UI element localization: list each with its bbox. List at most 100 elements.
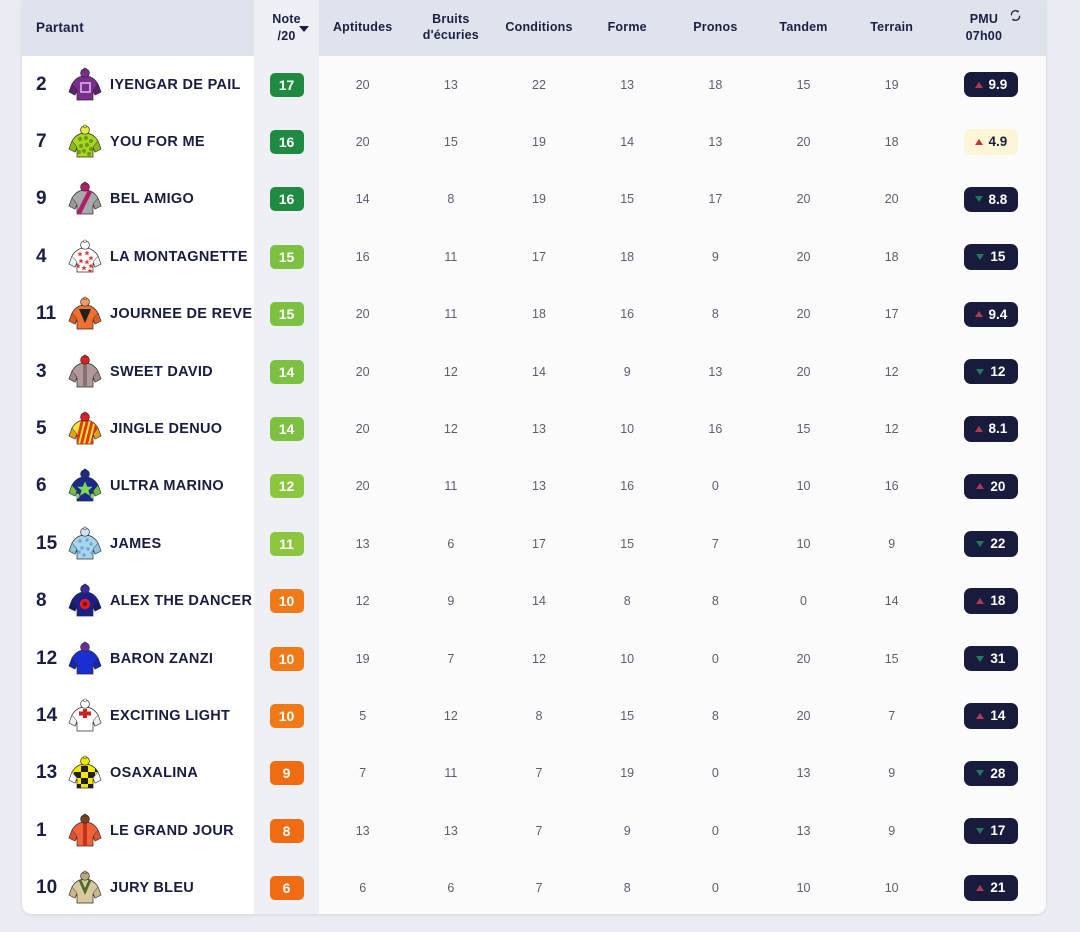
cell-partant[interactable]: 10 JURY BLEU xyxy=(22,859,255,914)
col-header-conditions[interactable]: Conditions xyxy=(494,0,584,56)
cell-partant[interactable]: 13 OSAXALINA xyxy=(22,744,255,803)
runner-name[interactable]: JINGLE DENUO xyxy=(110,421,222,437)
col-header-aptitudes[interactable]: Aptitudes xyxy=(318,0,407,56)
pmu-odds-badge[interactable]: 22 xyxy=(963,531,1018,557)
col-header-tandem[interactable]: Tandem xyxy=(759,0,848,56)
runner-name[interactable]: YOU FOR ME xyxy=(110,134,205,150)
refresh-icon[interactable] xyxy=(1009,9,1022,22)
col-header-bruits-decuries[interactable]: Bruits d'écuries xyxy=(406,0,495,56)
col-header-partant[interactable]: Partant xyxy=(22,0,255,56)
table-row[interactable]: 1 LE GRAND JOUR 8 13 13 7 9 0 13 9 17 xyxy=(22,802,1046,860)
runner[interactable]: 13 OSAXALINA xyxy=(36,754,254,792)
runner-name[interactable]: IYENGAR DE PAIL xyxy=(110,77,241,93)
cell-partant[interactable]: 14 EXCITING LIGHT xyxy=(22,687,255,745)
table-row[interactable]: 11 JOURNEE DE REVE 15 20 11 18 16 8 20 17 9.4 xyxy=(22,285,1046,343)
runner[interactable]: 14 EXCITING LIGHT xyxy=(36,697,254,735)
runner[interactable]: 11 JOURNEE DE REVE xyxy=(36,295,254,333)
cell-partant[interactable]: 1 LE GRAND JOUR xyxy=(22,802,255,860)
cell-pmu: 28 xyxy=(935,744,1046,803)
table-row[interactable]: 6 ULTRA MARINO 12 20 11 13 16 0 10 16 20 xyxy=(22,457,1046,516)
jockey-silk-icon xyxy=(66,66,104,104)
cell-partant[interactable]: 3 SWEET DAVID xyxy=(22,342,255,401)
runner-name[interactable]: LA MONTAGNETTE xyxy=(110,249,248,265)
runner-name[interactable]: SWEET DAVID xyxy=(110,364,213,380)
pmu-odds-value: 22 xyxy=(990,536,1006,552)
runner[interactable]: 9 BEL AMIGO xyxy=(36,180,254,218)
pmu-odds-badge[interactable]: 14 xyxy=(963,703,1018,729)
cell-partant[interactable]: 12 BARON ZANZI xyxy=(22,629,255,688)
pmu-odds-badge[interactable]: 8.8 xyxy=(963,186,1018,213)
table-row[interactable]: 3 SWEET DAVID 14 20 12 14 9 13 20 12 12 xyxy=(22,342,1046,401)
cell-partant[interactable]: 2 IYENGAR DE PAIL xyxy=(22,56,255,114)
col-header-pmu[interactable]: PMU 07h00 xyxy=(935,0,1046,56)
runner[interactable]: 8 ALEX THE DANCER xyxy=(36,582,254,620)
pmu-odds-badge[interactable]: 4.9 xyxy=(963,129,1018,155)
note-badge: 8 xyxy=(269,818,304,843)
runner-name[interactable]: JAMES xyxy=(110,536,161,552)
cell-partant[interactable]: 9 BEL AMIGO xyxy=(22,170,255,229)
cell-partant[interactable]: 6 ULTRA MARINO xyxy=(22,457,255,516)
runner[interactable]: 5 JINGLE DENUO xyxy=(36,410,254,448)
table-row[interactable]: 12 BARON ZANZI 10 19 7 12 10 0 20 15 31 xyxy=(22,629,1046,688)
table-row[interactable]: 9 BEL AMIGO 16 14 8 19 15 17 20 20 8.8 xyxy=(22,170,1046,229)
runner[interactable]: 4 LA MONTAGNETTE xyxy=(36,238,254,276)
cell-partant[interactable]: 11 JOURNEE DE REVE xyxy=(22,285,255,343)
pmu-odds-badge[interactable]: 8.1 xyxy=(963,416,1018,442)
runner[interactable]: 15 JAMES xyxy=(36,525,254,563)
pmu-odds-badge[interactable]: 9.9 xyxy=(963,71,1018,98)
cell-partant[interactable]: 4 LA MONTAGNETTE xyxy=(22,228,255,286)
table-row[interactable]: 2 IYENGAR DE PAIL 17 20 13 22 13 18 15 19 9.9 xyxy=(22,56,1046,114)
cell-bruits-decuries: 11 xyxy=(406,228,495,286)
pmu-odds-badge[interactable]: 21 xyxy=(963,875,1018,901)
runner-name[interactable]: OSAXALINA xyxy=(110,765,198,781)
cell-partant[interactable]: 8 ALEX THE DANCER xyxy=(22,572,255,630)
pmu-odds-badge[interactable]: 17 xyxy=(963,818,1018,844)
runner[interactable]: 1 LE GRAND JOUR xyxy=(36,812,254,850)
pmu-odds-badge[interactable]: 12 xyxy=(963,358,1018,385)
pmu-odds-badge[interactable]: 20 xyxy=(963,473,1018,500)
cell-pronos: 17 xyxy=(671,170,760,229)
sort-chevron-down-icon[interactable] xyxy=(298,26,309,32)
pmu-odds-badge[interactable]: 18 xyxy=(963,588,1018,614)
col-header-terrain[interactable]: Terrain xyxy=(847,0,936,56)
cell-pronos: 0 xyxy=(671,629,760,688)
runner-name[interactable]: LE GRAND JOUR xyxy=(110,823,234,839)
table-row[interactable]: 5 JINGLE DENUO 14 20 12 13 10 16 15 12 8.1 xyxy=(22,400,1046,458)
cell-tandem: 20 xyxy=(759,113,848,171)
runner-name[interactable]: BARON ZANZI xyxy=(110,651,213,667)
runner-name[interactable]: BEL AMIGO xyxy=(110,191,194,207)
pmu-odds-badge[interactable]: 31 xyxy=(963,645,1018,672)
pmu-odds-badge[interactable]: 9.4 xyxy=(963,301,1018,327)
table-row[interactable]: 4 LA MONTAGNETTE 15 16 11 17 18 9 20 18 15 xyxy=(22,228,1046,286)
runner[interactable]: 2 IYENGAR DE PAIL xyxy=(36,66,254,104)
table-row[interactable]: 15 JAMES 11 13 6 17 15 7 10 9 22 xyxy=(22,515,1046,573)
col-header-note[interactable]: Note /20 xyxy=(254,0,319,56)
pmu-odds-badge[interactable]: 28 xyxy=(963,760,1018,787)
note-badge: 10 xyxy=(269,646,304,671)
runner[interactable]: 3 SWEET DAVID xyxy=(36,353,254,391)
table-row[interactable]: 13 OSAXALINA 9 7 11 7 19 0 13 9 28 xyxy=(22,744,1046,803)
runner-name[interactable]: EXCITING LIGHT xyxy=(110,708,230,724)
runner-name[interactable]: ALEX THE DANCER xyxy=(110,593,252,609)
table-row[interactable]: 14 EXCITING LIGHT 10 5 12 8 15 8 20 7 14 xyxy=(22,687,1046,745)
cell-partant[interactable]: 5 JINGLE DENUO xyxy=(22,400,255,458)
table-row[interactable]: 8 ALEX THE DANCER 10 12 9 14 8 8 0 14 18 xyxy=(22,572,1046,630)
runner-name[interactable]: JOURNEE DE REVE xyxy=(110,306,252,322)
cell-forme: 16 xyxy=(583,457,672,516)
cell-pronos: 7 xyxy=(671,515,760,573)
runner[interactable]: 10 JURY BLEU xyxy=(36,869,254,907)
col-header-forme[interactable]: Forme xyxy=(583,0,672,56)
table-row[interactable]: 10 JURY BLEU 6 6 6 7 8 0 10 10 21 xyxy=(22,859,1046,914)
pmu-odds-badge[interactable]: 15 xyxy=(963,244,1018,270)
cell-partant[interactable]: 7 YOU FOR ME xyxy=(22,113,255,171)
runner[interactable]: 7 YOU FOR ME xyxy=(36,123,254,161)
runner-name[interactable]: ULTRA MARINO xyxy=(110,478,224,494)
cell-partant[interactable]: 15 JAMES xyxy=(22,515,255,573)
col-header-pronos[interactable]: Pronos xyxy=(671,0,760,56)
runner-name[interactable]: JURY BLEU xyxy=(110,880,194,896)
runner[interactable]: 12 BARON ZANZI xyxy=(36,640,254,678)
runner[interactable]: 6 ULTRA MARINO xyxy=(36,467,254,505)
cell-terrain: 12 xyxy=(847,342,936,401)
table-row[interactable]: 7 YOU FOR ME 16 20 15 19 14 13 20 18 4.9 xyxy=(22,113,1046,171)
cell-note: 17 xyxy=(254,56,319,114)
